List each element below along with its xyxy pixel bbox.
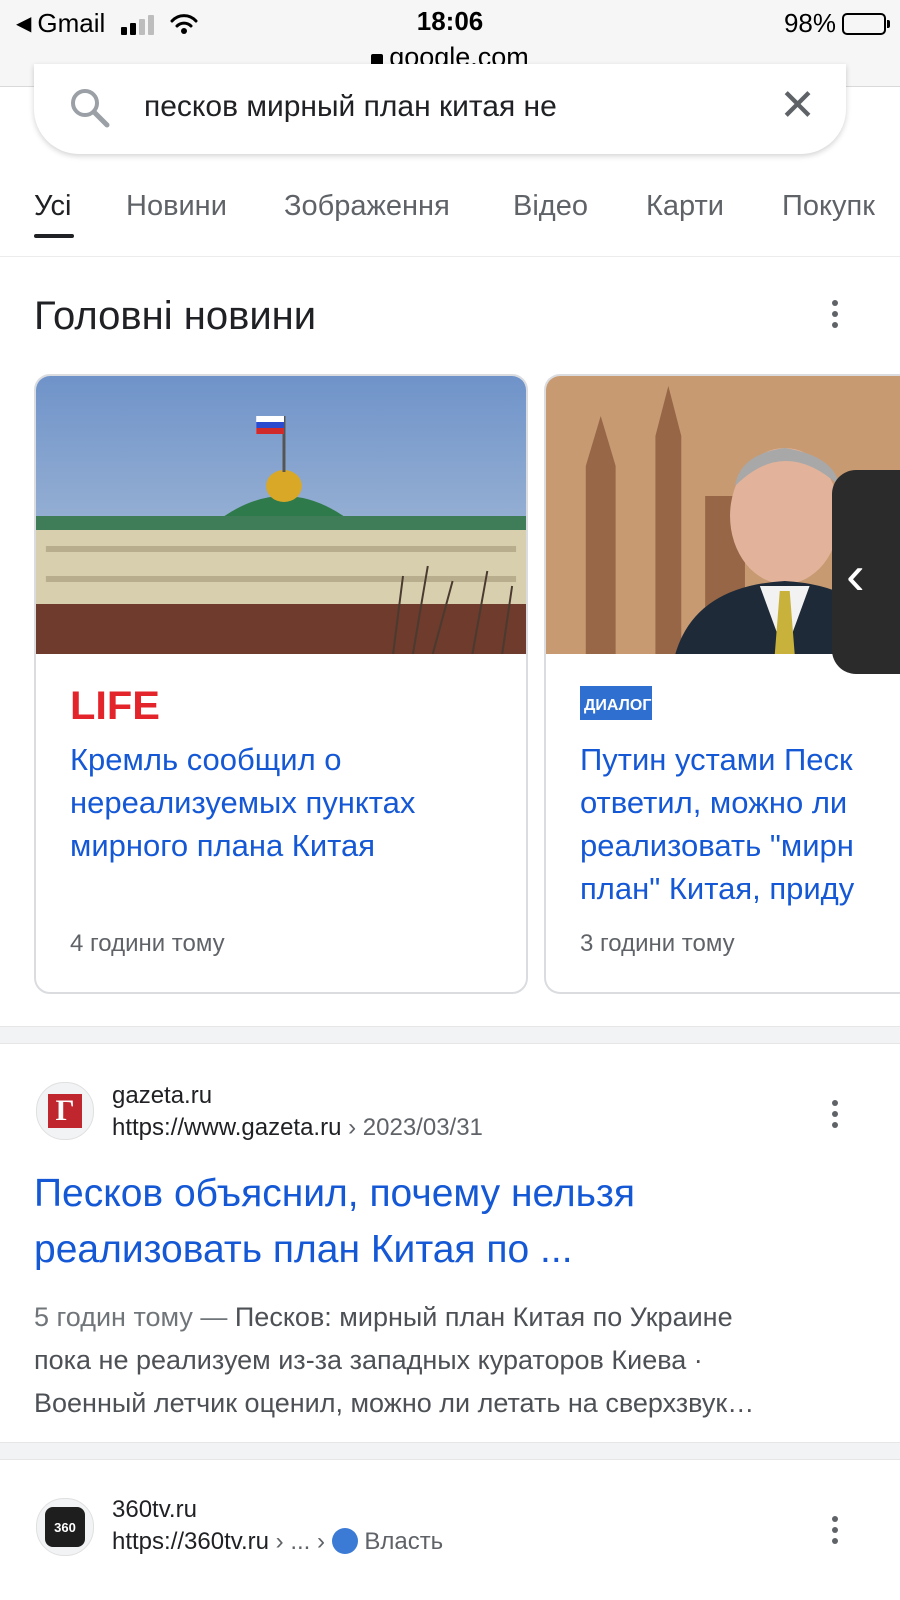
news-card-time: 4 години тому — [70, 930, 225, 957]
dialog-logo: ДИАЛОГ — [580, 686, 652, 720]
tab-maps[interactable]: Карти — [646, 190, 724, 223]
gazeta-logo-icon: Г — [48, 1094, 82, 1128]
site-name[interactable]: 360tv.ru — [112, 1496, 197, 1524]
svg-text:ДИАЛОГ: ДИАЛОГ — [584, 697, 651, 714]
section-divider — [0, 1442, 900, 1460]
battery-icon — [842, 12, 890, 35]
result-more-icon[interactable] — [832, 1100, 838, 1133]
tab-shopping[interactable]: Покупк — [782, 190, 875, 223]
search-icon[interactable] — [68, 86, 112, 130]
news-card[interactable]: LIFE Кремль сообщил о нереализуемых пунк… — [34, 374, 528, 994]
search-input[interactable]: песков мирный план китая не — [144, 90, 557, 124]
tab-images[interactable]: Зображення — [284, 190, 450, 223]
news-card[interactable]: ДИАЛОГ Путин устами Песк ответил, можно … — [544, 374, 900, 994]
result-snippet: 5 годин тому — Песков: мирный план Китая… — [34, 1302, 755, 1418]
section-divider — [0, 1026, 900, 1044]
top-news-heading: Головні новини — [34, 294, 317, 338]
clock: 18:06 — [416, 6, 484, 36]
tab-news[interactable]: Новини — [126, 190, 227, 223]
top-news-more-icon[interactable] — [832, 300, 838, 333]
active-tab-indicator — [34, 234, 74, 238]
life-logo: LIFE — [70, 686, 160, 722]
news-card-title[interactable]: Кремль сообщил о нереализуемых пунктах м… — [70, 738, 526, 867]
battery-status: 98% — [783, 8, 890, 39]
result-title[interactable]: Песков объяснил, почему нельзя реализова… — [34, 1166, 635, 1278]
site-url[interactable]: https://360tv.ru › ... › Власть — [112, 1528, 443, 1556]
chevron-left-icon: ‹ — [846, 543, 865, 606]
tab-all[interactable]: Усі — [34, 190, 71, 223]
search-tabs: Усі Новини Зображення Відео Карти Покупк — [0, 178, 900, 257]
site-url[interactable]: https://www.gazeta.ru › 2023/03/31 — [112, 1114, 483, 1142]
side-panel-handle[interactable]: ‹ — [832, 470, 900, 674]
news-card-time: 3 години тому — [580, 930, 735, 957]
site-favicon: Г — [36, 1082, 94, 1140]
site-favicon: 360 — [36, 1498, 94, 1556]
tab-video[interactable]: Відео — [513, 190, 588, 223]
battery-percent: 98% — [783, 8, 836, 38]
360tv-logo-icon: 360 — [45, 1507, 85, 1547]
kremlin-palace-image — [36, 376, 526, 654]
site-name[interactable]: gazeta.ru — [112, 1082, 212, 1110]
result-more-icon[interactable] — [832, 1516, 838, 1549]
search-box[interactable]: песков мирный план китая не ✕ — [34, 64, 846, 154]
clear-search-icon[interactable]: ✕ — [779, 84, 816, 128]
globe-icon — [331, 1528, 358, 1554]
svg-text:LIFE: LIFE — [70, 686, 160, 722]
news-card-title[interactable]: Путин устами Песк ответил, можно ли реал… — [580, 738, 900, 910]
